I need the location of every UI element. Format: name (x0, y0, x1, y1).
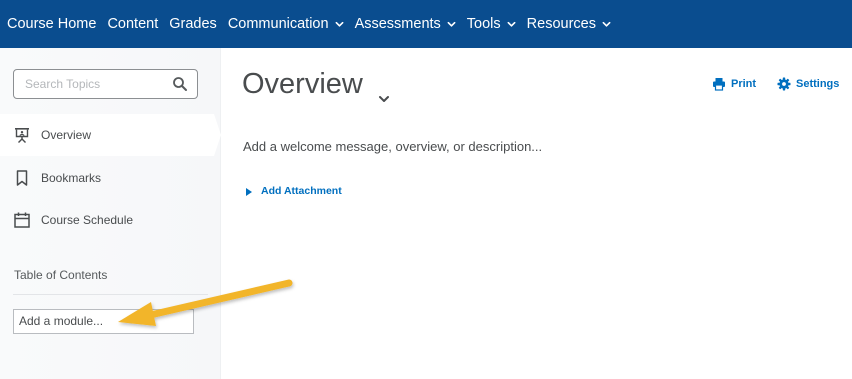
table-of-contents-heading: Table of Contents (14, 268, 108, 282)
sidebar-item-overview[interactable]: Overview (0, 114, 221, 156)
course-navbar: Course Home Content Grades Communication… (0, 0, 852, 48)
page-title: Overview (242, 68, 391, 102)
sidebar-item-course-schedule[interactable]: Course Schedule (0, 199, 221, 241)
nav-course-home[interactable]: Course Home (7, 16, 96, 32)
presentation-board-icon (13, 126, 31, 144)
chevron-down-icon (507, 20, 516, 29)
gear-icon (777, 77, 791, 91)
chevron-down-icon (335, 20, 344, 29)
chevron-down-icon (447, 20, 456, 29)
bookmark-icon (13, 169, 31, 187)
calendar-icon (13, 211, 31, 229)
caret-right-icon (246, 187, 253, 196)
content-sidebar: Overview Bookmarks Course Schedule Table… (0, 48, 221, 379)
chevron-down-icon (602, 20, 611, 29)
nav-communication[interactable]: Communication (228, 16, 344, 32)
divider (13, 294, 208, 295)
nav-grades-label: Grades (169, 16, 217, 32)
chevron-down-icon[interactable] (377, 81, 391, 102)
add-module-input[interactable]: Add a module... (13, 309, 194, 334)
print-label: Print (731, 78, 757, 90)
sidebar-item-label: Overview (41, 128, 92, 142)
sidebar-item-label: Bookmarks (41, 171, 102, 185)
search-box (13, 69, 198, 99)
search-icon[interactable] (172, 76, 188, 92)
nav-tools-label: Tools (466, 16, 501, 32)
print-button[interactable]: Print (712, 77, 756, 91)
sidebar-item-bookmarks[interactable]: Bookmarks (0, 157, 221, 199)
nav-resources[interactable]: Resources (527, 16, 611, 32)
nav-assessments-label: Assessments (354, 16, 441, 32)
welcome-message-placeholder[interactable]: Add a welcome message, overview, or desc… (243, 139, 542, 154)
nav-content[interactable]: Content (107, 16, 158, 32)
nav-tools[interactable]: Tools (467, 16, 516, 32)
search-input[interactable] (14, 70, 164, 98)
main-content: Overview Print Settings Add a welcome me… (221, 48, 852, 379)
printer-icon (712, 77, 726, 91)
nav-assessments[interactable]: Assessments (355, 16, 456, 32)
nav-grades[interactable]: Grades (169, 16, 217, 32)
settings-label: Settings (796, 78, 840, 90)
nav-communication-label: Communication (227, 16, 329, 32)
add-attachment-link[interactable]: Add Attachment (243, 185, 342, 197)
nav-resources-label: Resources (526, 16, 596, 32)
settings-button[interactable]: Settings (777, 77, 839, 91)
sidebar-item-label: Course Schedule (41, 213, 134, 227)
page-title-text: Overview (242, 68, 363, 100)
nav-course-home-label: Course Home (7, 16, 97, 32)
add-attachment-label: Add Attachment (261, 185, 342, 197)
nav-content-label: Content (107, 16, 159, 32)
